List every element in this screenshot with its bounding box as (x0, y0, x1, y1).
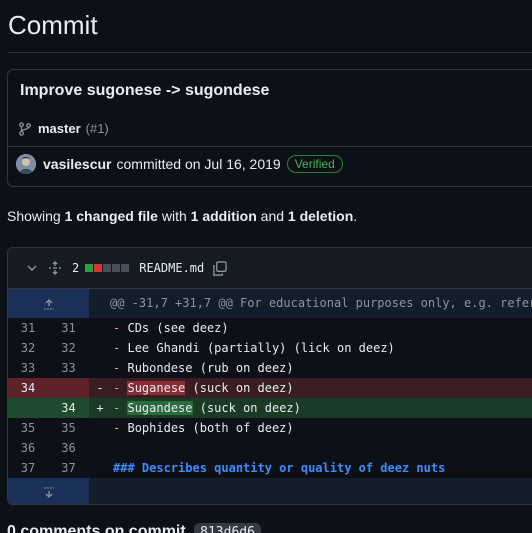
summary-prefix: Showing (7, 208, 65, 224)
diff-lines: 31 31 - CDs (see deez) 32 32 - Lee Ghandi (pa… (8, 318, 532, 478)
verified-badge[interactable]: Verified (286, 155, 343, 173)
new-line-number[interactable]: 36 (48, 438, 89, 458)
page-title: Commit (8, 10, 98, 40)
code-text: - Lee Ghandi (partially) (lick on deez) (111, 338, 395, 358)
summary-mid2: and (256, 208, 288, 224)
new-line-number[interactable]: 33 (48, 358, 89, 378)
old-line-number[interactable]: 31 (8, 318, 48, 338)
title-divider (8, 52, 532, 53)
word-highlight: Sugandese (127, 401, 193, 415)
comments-label: 0 comments on commit (7, 523, 186, 533)
diff-line: 33 33 - Rubondese (rub on deez) (8, 358, 532, 378)
branch-link[interactable]: master (38, 121, 81, 136)
diffstat-block (103, 264, 112, 272)
new-line-number[interactable]: 32 (48, 338, 89, 358)
old-line-number[interactable]: 36 (8, 438, 48, 458)
code-content: Lee Ghandi (partially) (lick on deez) (127, 341, 395, 355)
new-line-number[interactable]: 31 (48, 318, 89, 338)
code-content: ### Describes quantity or quality of dee… (113, 461, 446, 475)
list-dash: - (113, 361, 121, 375)
old-line-number[interactable]: 37 (8, 458, 48, 478)
diff-marker (89, 358, 111, 378)
summary-changed-files: 1 changed file (64, 208, 158, 224)
author-row: vasilescur committed on Jul 16, 2019 Ver… (16, 154, 343, 174)
code-content: Bophides (both of deez) (127, 421, 294, 435)
diffstat-block (121, 264, 130, 272)
code-text: - Sugandese (suck on deez) (111, 398, 301, 418)
diff-line: 35 35 - Bophides (both of deez) (8, 418, 532, 438)
new-line-number[interactable]: 34 (48, 398, 89, 418)
code-content: (suck on deez) (185, 381, 294, 395)
author-link[interactable]: vasilescur (43, 156, 112, 172)
word-highlight: Suganese (127, 381, 186, 395)
list-dash: - (113, 401, 121, 415)
code-text: - CDs (see deez) (111, 318, 229, 338)
file-diff: 2 README.md @@ -31,7 +31,7 @@ For educat… (7, 247, 532, 505)
list-dash: - (113, 341, 121, 355)
diff-line: 37 37 ### Describes quantity or quality of… (8, 458, 532, 478)
old-line-number[interactable]: 32 (8, 338, 48, 358)
expand-down-icon[interactable] (8, 478, 89, 504)
diff-marker: - (96, 381, 104, 395)
added-line: 34 + - Sugandese (suck on deez) (8, 398, 532, 418)
pull-request-link[interactable]: (#1) (86, 121, 109, 136)
diff-marker (89, 458, 111, 478)
summary-mid1: with (157, 208, 191, 224)
old-line-number[interactable]: 33 (8, 358, 48, 378)
new-line-number[interactable]: 37 (48, 458, 89, 478)
expand-up-icon[interactable] (8, 289, 89, 318)
summary-suffix: . (353, 208, 358, 224)
copy-icon[interactable] (212, 260, 227, 276)
code-text: - Rubondese (rub on deez) (111, 358, 294, 378)
new-line-number[interactable]: 35 (48, 418, 89, 438)
change-count: 2 (72, 261, 80, 275)
commit-divider (8, 146, 532, 147)
code-text: ### Describes quantity or quality of dee… (111, 458, 445, 478)
diff-marker: + (96, 401, 104, 415)
diff-line: 31 31 - CDs (see deez) (8, 318, 532, 338)
file-name-link[interactable]: README.md (139, 261, 204, 275)
old-line-number[interactable] (8, 398, 48, 418)
diff-marker (89, 438, 111, 458)
old-line-number[interactable]: 34 (8, 378, 48, 398)
summary-deletions: 1 deletion (287, 208, 354, 224)
comments-heading: 0 comments on commit 813d6d6 (7, 523, 261, 533)
list-dash: - (113, 421, 121, 435)
branch-row: master (#1) (18, 121, 109, 136)
list-dash: - (113, 321, 121, 335)
list-dash: - (113, 381, 121, 395)
code-content: Rubondese (rub on deez) (127, 361, 294, 375)
diff-summary: Showing 1 changed file with 1 addition a… (7, 208, 357, 224)
old-line-number[interactable]: 35 (8, 418, 48, 438)
unfold-icon[interactable] (48, 261, 62, 275)
commit-date-text: committed on Jul 16, 2019 (116, 156, 281, 172)
hunk-header-row: @@ -31,7 +31,7 @@ For educational purpos… (8, 289, 532, 318)
code-text: - Bophides (both of deez) (111, 418, 294, 438)
diffstat-block (85, 264, 94, 272)
summary-additions: 1 addition (190, 208, 257, 224)
diff-marker (89, 418, 111, 438)
code-content: (suck on deez) (192, 401, 301, 415)
diff-marker (89, 338, 111, 358)
git-branch-icon (19, 121, 31, 136)
diff-line: 32 32 - Lee Ghandi (partially) (lick on de… (8, 338, 532, 358)
avatar[interactable] (16, 154, 36, 174)
commit-sha-chip[interactable]: 813d6d6 (194, 523, 261, 533)
deleted-line: 34 - - Suganese (suck on deez) (8, 378, 532, 398)
diff-marker (89, 318, 111, 338)
file-header: 2 README.md (8, 248, 532, 289)
commit-message: Improve sugonese -> sugondese (20, 82, 270, 99)
diffstat-blocks (85, 264, 130, 272)
bottom-expand-row (8, 478, 532, 504)
code-text: - Suganese (suck on deez) (111, 378, 294, 398)
chevron-down-icon[interactable] (26, 262, 38, 274)
hunk-header-text: @@ -31,7 +31,7 @@ For educational purpos… (110, 296, 532, 310)
code-content: CDs (see deez) (127, 321, 229, 335)
diff-line: 36 36 (8, 438, 532, 458)
diffstat-block (94, 264, 103, 272)
new-line-number[interactable] (48, 378, 89, 398)
commit-header-box: Improve sugonese -> sugondese master (#1… (7, 69, 532, 187)
diffstat-block (112, 264, 121, 272)
